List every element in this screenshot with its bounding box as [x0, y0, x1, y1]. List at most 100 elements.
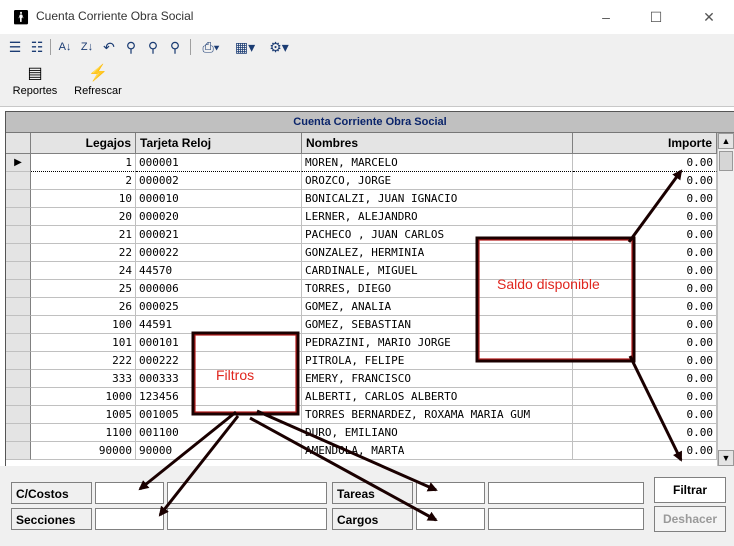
cell-nombre[interactable]: PACHECO , JUAN CARLOS: [302, 226, 573, 244]
table-row[interactable]: 22 000022 GONZALEZ, HERMINIA 0.00: [6, 244, 717, 262]
find-next-icon[interactable]: ⚲: [144, 37, 162, 57]
row-indicator[interactable]: [6, 280, 31, 298]
row-indicator[interactable]: [6, 316, 31, 334]
row-indicator[interactable]: [6, 298, 31, 316]
table-row[interactable]: 1100 001100 DURO, EMILIANO 0.00: [6, 424, 717, 442]
table-row[interactable]: 1000 123456 ALBERTI, CARLOS ALBERTO 0.00: [6, 388, 717, 406]
find-icon[interactable]: ⚲: [122, 37, 140, 57]
deshacer-button[interactable]: Deshacer: [654, 506, 726, 532]
secciones-desc-input[interactable]: [167, 508, 327, 530]
current-row-icon[interactable]: ▶: [6, 154, 31, 172]
cell-nombre[interactable]: GOMEZ, SEBASTIAN: [302, 316, 573, 334]
cell-legajo[interactable]: 26: [31, 298, 136, 316]
row-indicator[interactable]: [6, 442, 31, 460]
table-row[interactable]: 90000 90000 AMENDOLA, MARTA 0.00: [6, 442, 717, 460]
outdent-icon[interactable]: ☷: [28, 37, 46, 57]
row-indicator[interactable]: [6, 424, 31, 442]
scroll-thumb[interactable]: [719, 151, 733, 171]
tareas-desc-input[interactable]: [488, 482, 644, 504]
table-row[interactable]: 26 000025 GOMEZ, ANALIA 0.00: [6, 298, 717, 316]
row-indicator[interactable]: [6, 244, 31, 262]
cell-legajo[interactable]: 1100: [31, 424, 136, 442]
cell-importe[interactable]: 0.00: [573, 370, 717, 388]
cell-importe[interactable]: 0.00: [573, 352, 717, 370]
cell-importe[interactable]: 0.00: [573, 442, 717, 460]
col-importe[interactable]: Importe: [573, 133, 717, 154]
cell-tarjeta[interactable]: 000022: [136, 244, 302, 262]
cell-nombre[interactable]: PITROLA, FELIPE: [302, 352, 573, 370]
row-indicator[interactable]: [6, 190, 31, 208]
excel-icon[interactable]: ▦▾: [230, 37, 260, 57]
cell-tarjeta[interactable]: 001005: [136, 406, 302, 424]
cell-importe[interactable]: 0.00: [573, 244, 717, 262]
cell-importe[interactable]: 0.00: [573, 298, 717, 316]
maximize-button[interactable]: ☐: [642, 6, 670, 28]
sort-desc-icon[interactable]: Z↓: [78, 37, 96, 57]
cell-tarjeta[interactable]: 000021: [136, 226, 302, 244]
cell-legajo[interactable]: 2: [31, 172, 136, 190]
row-indicator[interactable]: [6, 262, 31, 280]
cell-tarjeta[interactable]: 123456: [136, 388, 302, 406]
row-indicator[interactable]: [6, 172, 31, 190]
cell-importe[interactable]: 0.00: [573, 388, 717, 406]
refrescar-button[interactable]: ⚡ Refrescar: [68, 63, 128, 97]
print-icon[interactable]: ⎙▾: [196, 37, 226, 57]
filtrar-button[interactable]: Filtrar: [654, 477, 726, 503]
data-grid[interactable]: Cuenta Corriente Obra Social Legajos Tar…: [5, 111, 734, 467]
col-tarjeta[interactable]: Tarjeta Reloj: [136, 133, 302, 154]
cell-legajo[interactable]: 1: [31, 154, 136, 172]
table-row[interactable]: 24 44570 CARDINALE, MIGUEL 0.00: [6, 262, 717, 280]
tareas-code-input[interactable]: [416, 482, 485, 504]
cell-legajo[interactable]: 22: [31, 244, 136, 262]
table-row[interactable]: 101 000101 PEDRAZINI, MARIO JORGE 0.00: [6, 334, 717, 352]
cell-legajo[interactable]: 10: [31, 190, 136, 208]
scroll-up-icon[interactable]: ▲: [718, 133, 734, 149]
table-row[interactable]: 10 000010 BONICALZI, JUAN IGNACIO 0.00: [6, 190, 717, 208]
cell-importe[interactable]: 0.00: [573, 316, 717, 334]
row-indicator[interactable]: [6, 370, 31, 388]
table-row[interactable]: 20 000020 LERNER, ALEJANDRO 0.00: [6, 208, 717, 226]
cell-legajo[interactable]: 20: [31, 208, 136, 226]
cargos-code-input[interactable]: [416, 508, 485, 530]
cell-tarjeta[interactable]: 000002: [136, 172, 302, 190]
cell-tarjeta[interactable]: 000001: [136, 154, 302, 172]
cell-nombre[interactable]: ALBERTI, CARLOS ALBERTO: [302, 388, 573, 406]
row-indicator[interactable]: [6, 388, 31, 406]
sort-asc-icon[interactable]: A↓: [56, 37, 74, 57]
cell-nombre[interactable]: AMENDOLA, MARTA: [302, 442, 573, 460]
cell-nombre[interactable]: PEDRAZINI, MARIO JORGE: [302, 334, 573, 352]
cell-tarjeta[interactable]: 44591: [136, 316, 302, 334]
cell-nombre[interactable]: BONICALZI, JUAN IGNACIO: [302, 190, 573, 208]
cell-legajo[interactable]: 1000: [31, 388, 136, 406]
cell-importe[interactable]: 0.00: [573, 334, 717, 352]
cell-tarjeta[interactable]: 000101: [136, 334, 302, 352]
col-nombres[interactable]: Nombres: [302, 133, 573, 154]
cell-tarjeta[interactable]: 000010: [136, 190, 302, 208]
cell-importe[interactable]: 0.00: [573, 208, 717, 226]
cell-legajo[interactable]: 1005: [31, 406, 136, 424]
cell-importe[interactable]: 0.00: [573, 172, 717, 190]
settings-icon[interactable]: ⚙▾: [264, 37, 294, 57]
cell-legajo[interactable]: 100: [31, 316, 136, 334]
close-button[interactable]: ✕: [695, 6, 723, 28]
minimize-button[interactable]: –: [592, 6, 620, 28]
vertical-scrollbar[interactable]: ▲ ▼: [717, 133, 734, 466]
row-indicator[interactable]: [6, 406, 31, 424]
table-row[interactable]: 100 44591 GOMEZ, SEBASTIAN 0.00: [6, 316, 717, 334]
indent-icon[interactable]: ☰: [6, 37, 24, 57]
cell-legajo[interactable]: 222: [31, 352, 136, 370]
row-indicator[interactable]: [6, 352, 31, 370]
cell-legajo[interactable]: 24: [31, 262, 136, 280]
cell-tarjeta[interactable]: 000020: [136, 208, 302, 226]
cell-importe[interactable]: 0.00: [573, 154, 717, 172]
ccostos-code-input[interactable]: [95, 482, 164, 504]
table-row[interactable]: 2 000002 OROZCO, JORGE 0.00: [6, 172, 717, 190]
cell-nombre[interactable]: GOMEZ, ANALIA: [302, 298, 573, 316]
cell-legajo[interactable]: 333: [31, 370, 136, 388]
table-row[interactable]: 333 000333 EMERY, FRANCISCO 0.00: [6, 370, 717, 388]
cell-nombre[interactable]: MOREN, MARCELO: [302, 154, 573, 172]
cell-legajo[interactable]: 25: [31, 280, 136, 298]
row-indicator[interactable]: [6, 208, 31, 226]
cell-nombre[interactable]: OROZCO, JORGE: [302, 172, 573, 190]
undo-icon[interactable]: ↶: [100, 37, 118, 57]
